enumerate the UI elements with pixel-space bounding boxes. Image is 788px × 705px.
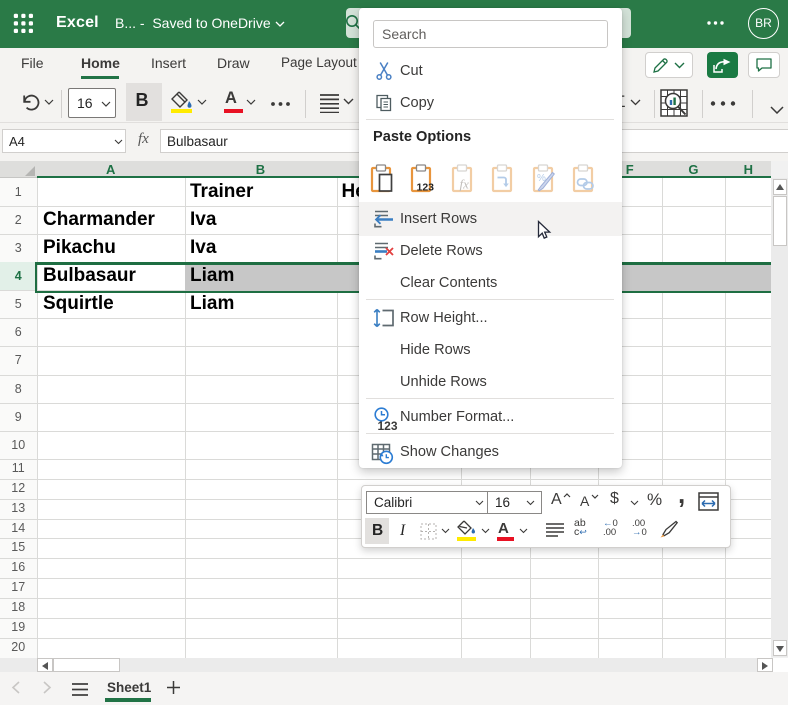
svg-text:123: 123: [417, 181, 435, 193]
svg-text:fx: fx: [460, 176, 470, 191]
svg-text:123: 123: [378, 419, 398, 432]
